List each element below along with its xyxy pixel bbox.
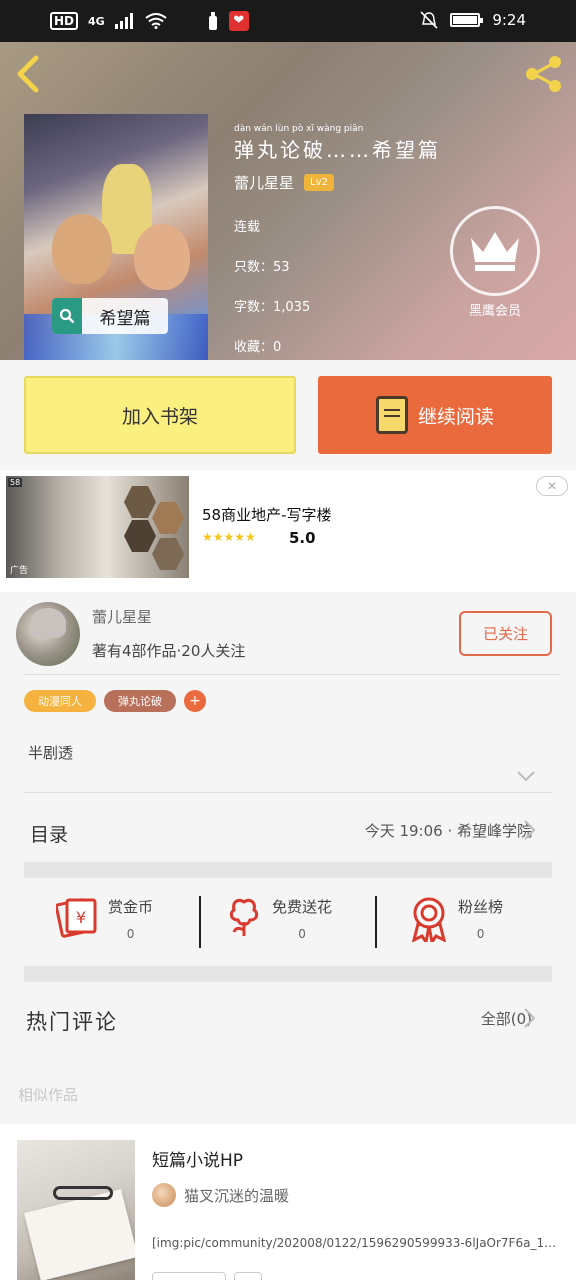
battery-icon: [450, 13, 484, 27]
author-name[interactable]: 蕾儿星星: [92, 606, 152, 627]
similar-work-tag[interactable]: [234, 1272, 262, 1280]
flower-icon: [229, 898, 259, 936]
coin-gift-icon: ¥: [56, 898, 97, 938]
author-stats: 著有4部作品·20人关注: [92, 642, 246, 660]
fans-ranking[interactable]: 粉丝榜 0: [410, 896, 503, 942]
svg-text:¥: ¥: [76, 908, 86, 927]
reward-coins-value: 0: [126, 927, 135, 941]
similar-author-avatar: [152, 1183, 176, 1207]
add-tag-button[interactable]: +: [184, 690, 206, 712]
share-icon: [526, 56, 561, 92]
comments-chevron-right-icon[interactable]: [522, 1006, 538, 1030]
book-words: 字数：1,035: [234, 300, 311, 315]
author-avatar[interactable]: [16, 602, 80, 666]
ad-stars: ★★★★★: [202, 530, 256, 544]
add-to-shelf-button[interactable]: 加入书架: [24, 376, 296, 454]
back-button[interactable]: [14, 54, 48, 94]
chevron-down-icon: [517, 771, 535, 782]
status-right: 9:24: [420, 11, 526, 29]
fans-ranking-label: 粉丝榜: [458, 898, 504, 916]
expand-description-button[interactable]: [516, 766, 536, 786]
send-flowers-label: 免费送花: [272, 898, 333, 916]
cover-tag-label: 希望篇: [99, 308, 151, 329]
toc-latest-chapter[interactable]: 今天 19:06 · 希望峰学院: [365, 820, 532, 841]
app-notification-icon: ❤: [228, 11, 249, 31]
similar-work-description: [img:pic/community/202008/0122/159629059…: [152, 1236, 560, 1250]
follow-label: 已关注: [482, 625, 528, 643]
search-icon: [52, 298, 82, 334]
book-title-text: 弹丸论破……希望篇: [234, 138, 441, 162]
section-separator: [24, 966, 552, 982]
tag-doujin[interactable]: 动漫同人: [24, 690, 96, 712]
cover-tag[interactable]: 希望篇: [52, 298, 168, 334]
continue-reading-label: 继续阅读: [417, 405, 494, 428]
section-separator: [24, 862, 552, 878]
similar-work-cover[interactable]: [17, 1140, 135, 1280]
ad-image[interactable]: 58 广告: [6, 476, 189, 578]
signal-icon: [114, 13, 133, 29]
book-title-pinyin: dàn wán lùn pò xī wàng piān: [234, 124, 364, 134]
fans-ranking-value: 0: [476, 927, 485, 941]
hd-badge: HD: [50, 12, 79, 30]
crown-icon: [471, 232, 519, 271]
chevron-left-icon: [17, 55, 39, 93]
mute-bell-icon: [420, 11, 438, 29]
network-type: 4G: [88, 14, 105, 28]
toc-chevron-right-icon[interactable]: [522, 818, 538, 842]
tag-danganronpa[interactable]: 弹丸论破: [104, 690, 176, 712]
divider: [24, 674, 560, 675]
ad-tag: 广告: [10, 566, 29, 576]
continue-reading-button[interactable]: 继续阅读: [318, 376, 552, 454]
bottle-notification-icon: [208, 12, 217, 30]
share-button[interactable]: [522, 54, 564, 94]
similar-work-tag[interactable]: [152, 1272, 226, 1280]
stat-separator: [375, 896, 377, 948]
send-flowers-value: 0: [298, 927, 306, 941]
book-author[interactable]: 蕾儿星星: [234, 172, 294, 193]
similar-works-title: 相似作品: [18, 1086, 79, 1104]
stat-separator: [199, 896, 201, 948]
author-line[interactable]: 蕾儿星星 Lv2: [234, 172, 334, 193]
add-to-shelf-label: 加入书架: [121, 405, 198, 428]
level-badge: Lv2: [304, 174, 334, 191]
wifi-icon: [145, 13, 167, 29]
status-bar: HD 4G ❤ 9:24: [0, 0, 576, 42]
ad-close-button[interactable]: ✕: [536, 476, 568, 496]
book-favorites: 收藏：0: [234, 340, 282, 355]
reward-coins-label: 赏金币: [108, 898, 154, 916]
vip-button[interactable]: [450, 206, 540, 296]
similar-author-name: 猫叉沉迷的温暖: [184, 1186, 290, 1205]
follow-button[interactable]: 已关注: [459, 611, 552, 656]
hot-comments-title: 热门评论: [26, 1010, 118, 1034]
status-left: HD 4G ❤: [50, 11, 249, 31]
divider: [24, 792, 552, 793]
toc-label[interactable]: 目录: [30, 820, 68, 847]
vip-label: 黑鹰会员: [468, 304, 521, 319]
book-chapters: 只数：53: [234, 260, 290, 275]
similar-work-title[interactable]: 短篇小说HP: [152, 1146, 243, 1171]
book-description: 半剧透: [28, 744, 74, 762]
book-title: dàn wán lùn pò xī wàng piān 弹丸论破……希望篇: [234, 124, 441, 163]
book-icon: [375, 396, 408, 434]
reward-coins[interactable]: ¥ 赏金币 0: [56, 896, 153, 941]
ad-rating: 5.0: [289, 529, 316, 547]
send-flowers[interactable]: 免费送花 0: [226, 896, 332, 941]
clock: 9:24: [492, 11, 526, 29]
ad-logo: 58: [8, 478, 23, 487]
similar-work-author[interactable]: 猫叉沉迷的温暖: [152, 1183, 289, 1207]
medal-icon: [411, 897, 447, 942]
book-status: 连载: [234, 220, 261, 235]
ad-title[interactable]: 58商业地产-写字楼: [202, 504, 332, 525]
